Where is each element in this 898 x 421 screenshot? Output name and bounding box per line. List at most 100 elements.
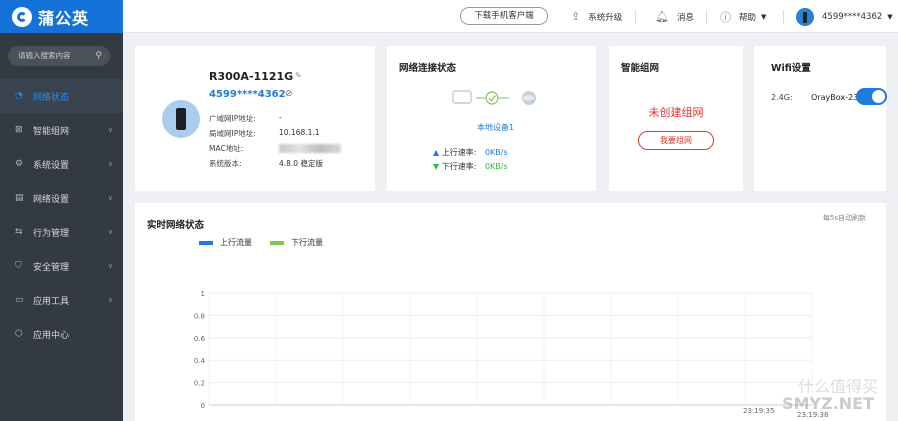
download-rate-label: 下行速率: xyxy=(441,162,477,171)
divider xyxy=(706,10,707,24)
caret-down-icon: ▼ xyxy=(761,12,767,21)
sidebar-item-label: 安全管理 xyxy=(33,262,70,273)
chevron-down-icon: ∨ xyxy=(107,296,113,304)
brand-name: 蒲公英 xyxy=(38,8,90,28)
device-name: R300A-1121G xyxy=(209,70,294,83)
messages-label: 消息 xyxy=(676,12,694,23)
gear-icon: ⚙ xyxy=(15,159,24,169)
logo-icon xyxy=(12,6,32,27)
upload-rate-label: 上行速率: xyxy=(441,148,477,157)
lan-ip-value: 10.168.1.1 xyxy=(279,128,320,137)
divider xyxy=(635,10,636,24)
mac-label: MAC地址: xyxy=(209,144,244,153)
realtime-card: 实时网络状态 每5s自动刷新 上行流量 下行流量 0 0.2 0.4 0.6 0.8 1 2… xyxy=(135,203,886,421)
search-icon[interactable]: ⚲ xyxy=(95,46,102,66)
sidebar: 请输入搜索内容 ⚲ ◔ 网络状态 ⊠ 智能组网 ∨ ⚙ 系统设置 ∨ ▤ 网络设… xyxy=(0,33,123,421)
mesh-card: 智能组网 未创建组网 我要组网 xyxy=(609,46,743,191)
chevron-down-icon: ∨ xyxy=(107,160,113,168)
y-tick-label: 0.6 xyxy=(194,335,206,343)
network-icon: ▤ xyxy=(15,193,24,203)
sidebar-item-network-status[interactable]: ◔ 网络状态 xyxy=(0,79,123,113)
sidebar-item-behavior[interactable]: ⇆ 行为管理 ∨ xyxy=(0,215,123,249)
mesh-icon: ⊠ xyxy=(15,125,23,135)
y-tick-label: 1 xyxy=(201,290,205,298)
sidebar-item-label: 系统设置 xyxy=(33,160,70,171)
version-row: 系统版本: 4.8.0 稳定版 xyxy=(209,158,323,169)
sidebar-item-tools[interactable]: ▭ 应用工具 ∨ xyxy=(0,283,123,317)
apps-icon: ⬡ xyxy=(15,329,23,339)
download-app-button[interactable]: 下载手机客户端 xyxy=(460,7,548,25)
behavior-icon: ⇆ xyxy=(15,227,23,237)
arrow-down-icon: ▼ xyxy=(433,162,440,171)
avatar xyxy=(796,7,814,26)
router-icon xyxy=(162,100,200,138)
traffic-chart: 00.20.40.60.8123:19:35 23:19:38 xyxy=(194,290,829,419)
y-tick-label: 0.2 xyxy=(194,380,205,388)
wifi-card: Wifi设置 2.4G: OrayBox-23 xyxy=(754,46,887,191)
top-bar: 下载手机客户端 ⇪ 系统升级 🔔︎ 消息 ⓘ 帮助 ▼ 4599****4362… xyxy=(123,0,898,33)
y-tick-label: 0.8 xyxy=(194,312,205,320)
wan-ip-row: 广域网IP地址: - xyxy=(209,113,282,124)
chevron-down-icon: ∨ xyxy=(107,126,113,134)
wifi-toggle[interactable] xyxy=(856,88,887,105)
local-device-link[interactable]: 本地设备1 xyxy=(387,122,604,133)
help-menu[interactable]: ⓘ 帮助 ▼ xyxy=(720,0,766,33)
wan-ip-value: - xyxy=(279,113,282,122)
create-mesh-button[interactable]: 我要组网 xyxy=(638,131,714,150)
router-icon xyxy=(452,90,472,104)
signal-icon: ◔ xyxy=(15,91,23,101)
sidebar-item-label: 行为管理 xyxy=(33,228,70,239)
lan-ip-row: 局域网IP地址: 10.168.1.1 xyxy=(209,128,320,139)
wifi-band-label: 2.4G: xyxy=(771,93,793,102)
sidebar-item-security[interactable]: ⛉ 安全管理 ∨ xyxy=(0,249,123,283)
sidebar-item-system-settings[interactable]: ⚙ 系统设置 ∨ xyxy=(0,147,123,181)
system-upgrade-label: 系统升级 xyxy=(588,12,623,23)
download-rate-value: 0KB/s xyxy=(484,162,508,171)
sidebar-item-label: 网络设置 xyxy=(33,194,70,205)
y-tick-label: 0 xyxy=(201,402,205,410)
messages-button[interactable]: 🔔︎ 消息 xyxy=(655,0,694,33)
sidebar-item-label: 网络状态 xyxy=(33,92,70,103)
account-label: 4599****4362 xyxy=(822,11,883,22)
sidebar-item-mesh[interactable]: ⊠ 智能组网 ∨ xyxy=(0,113,123,147)
wan-ip-label: 广域网IP地址: xyxy=(209,114,256,123)
check-icon xyxy=(485,91,499,105)
wifi-ssid: OrayBox-23 xyxy=(811,93,859,102)
system-upgrade-button[interactable]: ⇪ 系统升级 xyxy=(571,0,622,33)
version-label: 系统版本: xyxy=(209,159,242,168)
edit-icon[interactable]: ✎ xyxy=(295,71,302,80)
sidebar-nav: ◔ 网络状态 ⊠ 智能组网 ∨ ⚙ 系统设置 ∨ ▤ 网络设置 ∨ ⇆ 行为管理… xyxy=(0,79,123,351)
tools-icon: ▭ xyxy=(15,295,24,305)
upload-rate-value: 0KB/s xyxy=(484,148,508,157)
question-icon: ⓘ xyxy=(720,10,731,24)
chevron-down-icon: ∨ xyxy=(107,228,113,236)
help-label: 帮助 xyxy=(739,12,757,23)
x-tick-label: 23:19:35 xyxy=(743,407,774,415)
download-rate-row: ▼ 下行速率: 0KB/s xyxy=(433,161,508,172)
caret-down-icon: ▼ xyxy=(887,12,893,21)
search-input[interactable]: 请输入搜索内容 ⚲ xyxy=(8,46,110,66)
sidebar-item-network-settings[interactable]: ▤ 网络设置 ∨ xyxy=(0,181,123,215)
device-account: 4599****4362 xyxy=(209,89,286,100)
eye-hidden-icon[interactable]: ⊘ xyxy=(285,89,293,99)
search-placeholder: 请输入搜索内容 xyxy=(18,51,71,60)
arrow-up-icon: ▲ xyxy=(433,148,440,157)
card-title: Wifi设置 xyxy=(771,63,811,74)
sidebar-item-label: 应用工具 xyxy=(33,296,70,307)
mac-row: MAC地址: xyxy=(209,143,341,154)
chevron-down-icon: ∨ xyxy=(107,262,113,270)
brand-logo[interactable]: 蒲公英 xyxy=(0,0,123,33)
sidebar-item-app-center[interactable]: ⬡ 应用中心 xyxy=(0,317,123,351)
lan-ip-label: 局域网IP地址: xyxy=(209,129,256,138)
y-tick-label: 0.4 xyxy=(194,357,206,365)
device-card: R300A-1121G ✎ 4599****4362 ⊘ 广域网IP地址: - … xyxy=(135,46,375,191)
sidebar-item-label: 应用中心 xyxy=(33,330,70,341)
account-menu[interactable]: 4599****4362 ▼ xyxy=(796,0,893,33)
network-status-card: 网络连接状态 本地设备1 ▲ 上行速率: 0KB/s ▼ 下行速率: 0KB/s xyxy=(387,46,596,191)
divider xyxy=(783,10,784,24)
watermark-line2: SMYZ.NET xyxy=(782,394,874,413)
mesh-status-message: 未创建组网 xyxy=(648,106,704,119)
mac-value-redacted xyxy=(279,143,341,153)
card-title: 智能组网 xyxy=(621,63,660,74)
sidebar-item-label: 智能组网 xyxy=(33,126,70,137)
